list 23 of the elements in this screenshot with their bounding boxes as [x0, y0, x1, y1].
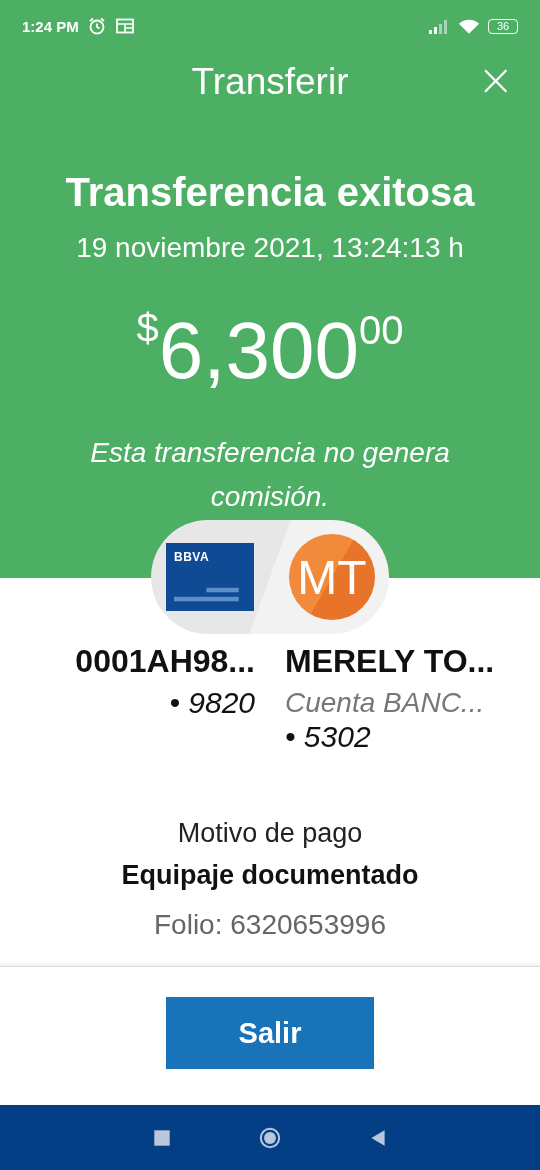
wifi-icon [458, 17, 480, 35]
transfer-amount: $^{$}$6,300$^{00}$ [136, 305, 404, 396]
close-button[interactable]: × [473, 58, 518, 102]
transfer-date: 19 noviembre 2021, 13:24:13 h [76, 232, 464, 264]
calendar-icon [114, 16, 135, 36]
recipient-account-type: Cuenta BANC... [285, 686, 486, 720]
signal-icon [428, 18, 450, 34]
recipient-name: MERELY TO... [285, 642, 496, 680]
exit-button[interactable]: Salir [166, 997, 374, 1069]
recipient-account-number: • 5302 [285, 720, 372, 754]
detail-label: Motivo de pago [177, 817, 363, 850]
folio-number: Folio: 6320653996 [154, 908, 386, 942]
avatar-initials: MT [289, 534, 375, 620]
success-title: Transferencia exitosa [65, 169, 475, 215]
commission-note: Esta transferencia no genera comisión. [89, 436, 451, 514]
origin-account-number: • 9820 [168, 686, 255, 720]
origin-account-name: 0001AH98... [74, 642, 255, 680]
screen-title: Transferir [191, 61, 349, 103]
home-icon[interactable] [259, 1126, 281, 1149]
detail-value: Equipaje documentado [121, 859, 419, 892]
bank-card-icon: BBVA [166, 543, 254, 611]
battery-level: 36 [496, 20, 510, 32]
status-time: 1:24 PM [22, 17, 79, 35]
